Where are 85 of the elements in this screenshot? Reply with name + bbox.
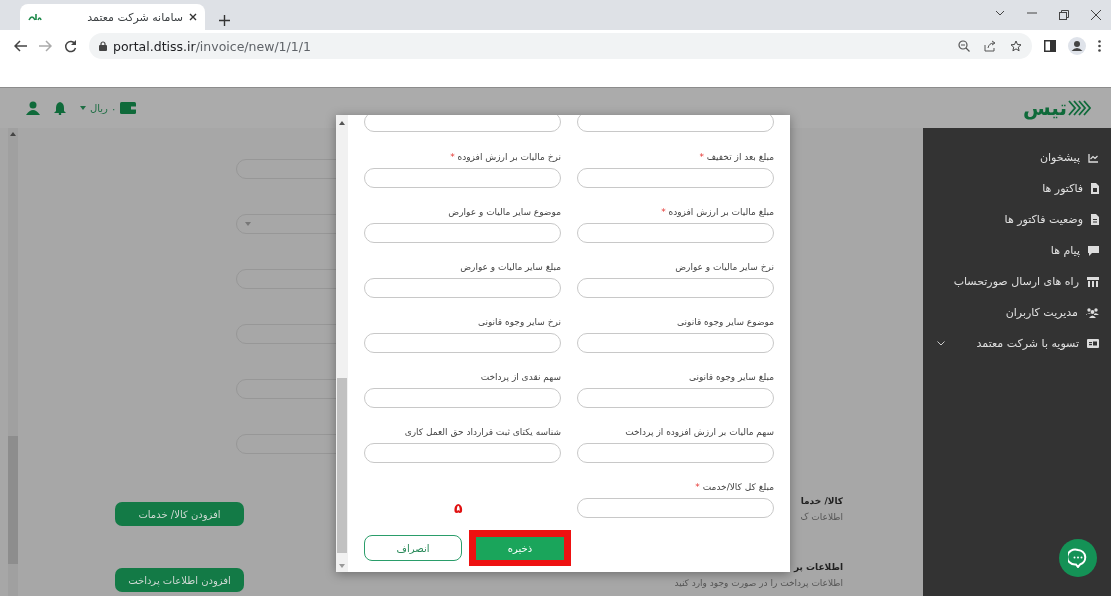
field-label: نرخ مالیات بر ارزش افزوده * — [449, 151, 561, 164]
scroll-down-icon[interactable] — [339, 564, 345, 568]
input-field[interactable] — [577, 498, 774, 518]
caret-icon — [245, 222, 251, 226]
lock-icon — [99, 41, 107, 51]
field-label: موضوع سایر مالیات و عوارض — [447, 206, 561, 219]
input-field[interactable] — [577, 388, 774, 408]
bell-icon[interactable] — [54, 101, 66, 115]
scrollbar[interactable] — [8, 128, 18, 596]
user-icon[interactable] — [26, 101, 40, 115]
forward-arrow-icon[interactable] — [39, 40, 52, 52]
input-field[interactable] — [364, 168, 561, 188]
browser-tab[interactable]: سامانه شرکت معتمد — [20, 4, 205, 30]
field-label: مبلغ بعد از تخفیف * — [698, 151, 774, 164]
add-button[interactable]: افزودن اطلاعات پرداخت — [115, 568, 244, 592]
wallet-icon[interactable] — [120, 102, 137, 114]
chevrons-icon — [1067, 100, 1091, 116]
input-field[interactable] — [577, 223, 774, 243]
side-panel-icon[interactable] — [1044, 40, 1056, 52]
restore-icon[interactable] — [1059, 10, 1069, 20]
input-field[interactable] — [577, 115, 774, 132]
menu-icon[interactable] — [1098, 40, 1101, 52]
minimize-icon[interactable] — [1027, 10, 1037, 16]
chevron-down-icon[interactable] — [995, 10, 1005, 16]
field-label: موضوع سایر وجوه قانونی — [676, 316, 774, 329]
add-button[interactable]: افزودن کالا/ خدمات — [115, 502, 244, 526]
field-label: مبلغ مالیات بر ارزش افزوده * — [660, 206, 774, 219]
input-field[interactable] — [577, 333, 774, 353]
reload-icon[interactable] — [64, 39, 77, 53]
section-description: اطلاعات ک — [800, 511, 843, 523]
sidebar-item[interactable]: مدیریت کاربران — [923, 297, 1111, 328]
message-icon — [1088, 245, 1099, 256]
profile-icon[interactable] — [1068, 37, 1086, 55]
input-field[interactable] — [364, 278, 561, 298]
scroll-up-icon[interactable] — [339, 121, 345, 125]
sidebar-item[interactable]: فاکتور ها — [923, 173, 1111, 204]
scrollbar[interactable] — [336, 115, 348, 572]
input-field[interactable] — [364, 388, 561, 408]
input-field[interactable] — [364, 223, 561, 243]
sidebar-item[interactable]: پیام ها — [923, 235, 1111, 266]
field-label: نرخ سایر مالیات و عوارض — [674, 261, 774, 274]
field-label: مبلغ کل کالا/خدمت * — [694, 481, 774, 494]
field-label: سهم مالیات بر ارزش افزوده از پرداخت — [624, 426, 774, 439]
section-description: اطلاعات پرداخت را در صورت وجود وارد کنید — [674, 577, 843, 589]
favicon-icon — [28, 12, 42, 22]
field-label: سهم نقدی از پرداخت — [479, 371, 561, 384]
sidebar-item[interactable]: وضعیت فاکتور ها — [923, 204, 1111, 235]
url-text: portal.dtiss.ir/invoice/new/1/1/1 — [113, 38, 311, 54]
chat-button[interactable] — [1059, 539, 1097, 577]
back-arrow-icon[interactable] — [14, 40, 27, 52]
field-label: مبلغ سایر وجوه قانونی — [687, 371, 774, 384]
sidebar-item[interactable]: تسویه با شرکت معتمد — [923, 328, 1111, 359]
sidebar-item[interactable]: راه های ارسال صورتحساب — [923, 266, 1111, 297]
chart-icon — [1088, 152, 1099, 163]
users-icon — [1086, 307, 1099, 318]
field-label: شناسه یکتای ثبت قرارداد حق العمل کاری — [403, 426, 561, 439]
input-field[interactable] — [364, 443, 561, 463]
input-field[interactable] — [577, 443, 774, 463]
input-field[interactable] — [364, 333, 561, 353]
zoom-icon[interactable] — [958, 40, 970, 52]
sidebar-item[interactable]: پیشخوان — [923, 142, 1111, 173]
share-icon[interactable] — [984, 40, 996, 52]
input-field[interactable] — [577, 168, 774, 188]
document-icon — [1091, 214, 1099, 225]
chat-bubble-icon — [1068, 548, 1088, 568]
store-icon — [1087, 276, 1099, 287]
field-label: مبلغ سایر مالیات و عوارض — [459, 261, 561, 274]
caret-icon[interactable] — [80, 106, 86, 110]
cancel-button[interactable]: انصراف — [364, 535, 462, 561]
card-icon — [1087, 339, 1099, 348]
close-icon[interactable] — [189, 13, 197, 21]
logo-text: تیس — [1023, 96, 1067, 120]
section-title: کالا/ خدما — [800, 495, 843, 507]
tab-title: سامانه شرکت معتمد — [87, 10, 183, 24]
address-bar[interactable]: portal.dtiss.ir/invoice/new/1/1/1 — [89, 33, 1032, 59]
document-icon — [1091, 183, 1099, 194]
new-tab-icon[interactable] — [219, 15, 230, 26]
close-icon[interactable] — [1091, 10, 1101, 20]
field-label: نرخ سایر وجوه قانونی — [476, 316, 561, 329]
annotation-number: ۵ — [454, 500, 463, 516]
scroll-up-icon[interactable] — [10, 132, 16, 136]
input-field[interactable] — [577, 278, 774, 298]
input-field[interactable] — [364, 115, 561, 132]
star-icon[interactable] — [1010, 40, 1022, 52]
section-title: اطلاعات پر — [793, 561, 843, 573]
